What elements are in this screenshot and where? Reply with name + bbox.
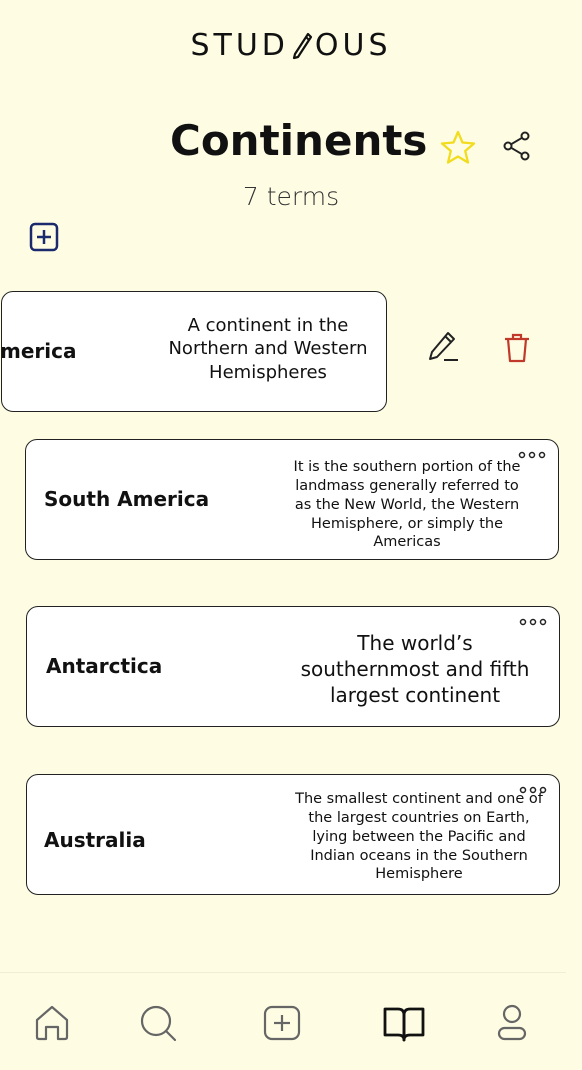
library-icon[interactable] <box>382 1003 426 1043</box>
search-icon[interactable] <box>138 1003 178 1043</box>
share-icon[interactable] <box>502 131 532 161</box>
more-options-icon[interactable] <box>519 617 547 627</box>
card-term: South America <box>44 487 210 511</box>
flashcard[interactable]: Antarctica The world’s southernmost and … <box>26 606 560 727</box>
add-term-button[interactable] <box>29 222 59 252</box>
flashcard[interactable]: Australia The smallest continent and one… <box>26 774 560 895</box>
profile-icon[interactable] <box>492 1003 532 1043</box>
page-title: Continents <box>170 116 428 165</box>
flashcard[interactable]: South America It is the southern portion… <box>25 439 559 560</box>
more-options-icon[interactable] <box>519 785 547 795</box>
bottom-nav <box>0 973 582 1070</box>
card-definition: The world’s southernmost and fifth large… <box>300 631 530 707</box>
term-count: 7 terms <box>242 182 340 211</box>
more-options-icon[interactable] <box>518 450 546 460</box>
home-icon[interactable] <box>32 1003 72 1043</box>
app-logo: STUD OUS <box>0 28 582 63</box>
create-set-icon[interactable] <box>262 1003 302 1043</box>
delete-icon[interactable] <box>502 332 532 364</box>
pencil-logo-icon <box>292 32 313 59</box>
favorite-star-icon[interactable] <box>440 130 476 164</box>
card-definition: It is the southern portion of the landma… <box>293 459 521 551</box>
card-term: merica <box>1 339 77 363</box>
logo-text-left: STUD <box>190 28 289 63</box>
card-definition: A continent in the Northern and Western … <box>168 315 368 383</box>
card-definition: The smallest continent and one of the la… <box>295 791 543 883</box>
logo-text-right: OUS <box>314 28 392 63</box>
card-term: Australia <box>44 828 146 852</box>
flashcard-swiped[interactable]: merica A continent in the Northern and W… <box>1 291 387 412</box>
card-term: Antarctica <box>46 654 163 678</box>
edit-icon[interactable] <box>426 330 460 364</box>
